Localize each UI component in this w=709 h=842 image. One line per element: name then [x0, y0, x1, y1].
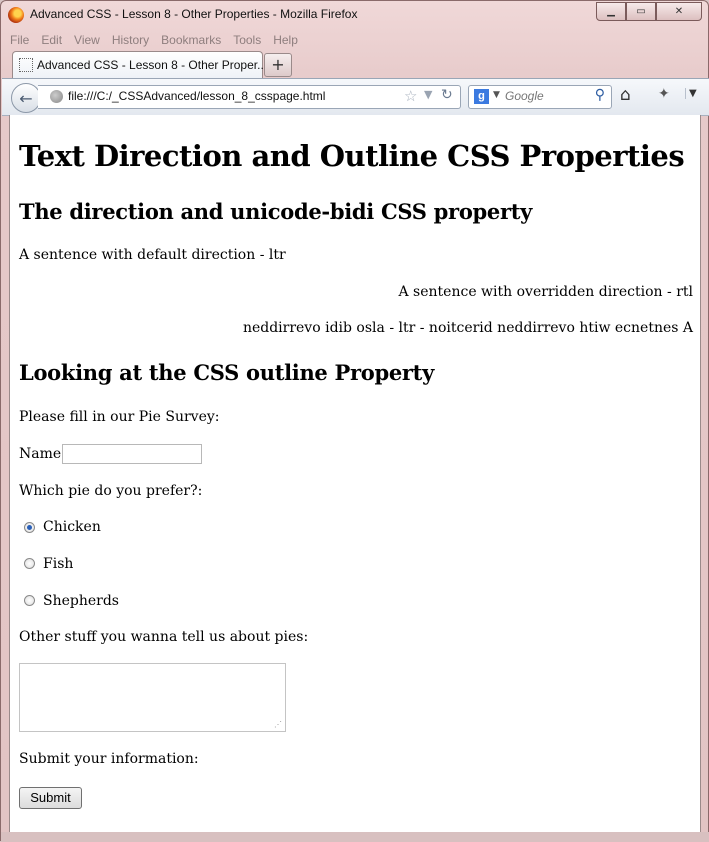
tab-label: Advanced CSS - Lesson 8 - Other Proper..… [37, 58, 268, 72]
submit-button[interactable]: Submit [19, 787, 82, 809]
menu-file[interactable]: File [10, 33, 29, 47]
firefox-logo-icon [8, 7, 24, 23]
addon-icon[interactable]: ✦ [658, 86, 670, 102]
ltr-sentence: A sentence with default direction - ltr [19, 247, 286, 263]
name-input[interactable] [62, 444, 202, 464]
submit-label: Submit your information: [19, 751, 199, 767]
url-dropdown-icon[interactable]: ▼ [424, 88, 432, 101]
radio-fish[interactable] [24, 558, 35, 569]
addon-dropdown-icon[interactable]: ▼ [685, 88, 697, 99]
menu-history[interactable]: History [112, 33, 149, 47]
tab-active[interactable]: Advanced CSS - Lesson 8 - Other Proper..… [12, 51, 267, 78]
minimize-button[interactable]: ▁ [596, 2, 626, 21]
google-icon[interactable]: g [474, 89, 489, 104]
other-label: Other stuff you wanna tell us about pies… [19, 629, 309, 645]
bidi-sentence: neddirrevo idib osla - ltr - noitcerid n… [242, 320, 693, 336]
browser-window: Advanced CSS - Lesson 8 - Other Properti… [0, 0, 709, 842]
back-button[interactable]: ← [11, 83, 41, 113]
rtl-sentence: A sentence with overridden direction - r… [398, 284, 694, 300]
outline-heading: Looking at the CSS outline Property [19, 360, 434, 385]
radio-label-shepherds: Shepherds [43, 593, 119, 609]
menu-edit[interactable]: Edit [41, 33, 62, 47]
page-title: Text Direction and Outline CSS Propertie… [19, 139, 685, 173]
menu-bookmarks[interactable]: Bookmarks [161, 33, 221, 47]
navigation-toolbar: ← file:///C:/_CSSAdvanced/lesson_8_csspa… [2, 78, 709, 116]
survey-intro: Please fill in our Pie Survey: [19, 409, 220, 425]
menu-view[interactable]: View [74, 33, 100, 47]
resize-grip-icon[interactable]: ⋰ [274, 720, 282, 729]
maximize-button[interactable]: ▭ [626, 2, 656, 21]
window-controls: ▁ ▭ ✕ [596, 2, 702, 21]
page-icon [19, 58, 33, 72]
other-textarea[interactable]: ⋰ [19, 663, 286, 732]
reload-icon[interactable]: ↻ [441, 87, 453, 103]
back-arrow-icon: ← [19, 88, 33, 108]
url-text: file:///C:/_CSSAdvanced/lesson_8_csspage… [68, 89, 326, 103]
search-bar[interactable]: g ▼ Google ⚲ [468, 85, 612, 109]
url-bar[interactable]: file:///C:/_CSSAdvanced/lesson_8_csspage… [38, 85, 461, 109]
radio-label-fish: Fish [43, 556, 74, 572]
direction-heading: The direction and unicode-bidi CSS prope… [19, 199, 533, 224]
globe-icon [50, 90, 63, 103]
radio-shepherds[interactable] [24, 595, 35, 606]
radio-chicken[interactable] [24, 522, 35, 533]
window-title: Advanced CSS - Lesson 8 - Other Properti… [30, 7, 358, 21]
new-tab-button[interactable]: + [264, 53, 292, 77]
close-button[interactable]: ✕ [656, 2, 702, 21]
search-engine-dropdown-icon[interactable]: ▼ [493, 90, 500, 100]
menu-tools[interactable]: Tools [233, 33, 261, 47]
menu-help[interactable]: Help [273, 33, 298, 47]
title-bar: Advanced CSS - Lesson 8 - Other Properti… [1, 1, 708, 29]
page-content: Text Direction and Outline CSS Propertie… [9, 115, 701, 832]
radio-label-chicken: Chicken [43, 519, 101, 535]
search-icon[interactable]: ⚲ [595, 87, 605, 103]
name-label: Name: [19, 446, 66, 462]
search-placeholder: Google [505, 89, 544, 103]
pie-question: Which pie do you prefer?: [19, 483, 203, 499]
tab-strip: Advanced CSS - Lesson 8 - Other Proper..… [1, 51, 708, 79]
home-icon[interactable]: ⌂ [620, 85, 631, 105]
bookmark-star-icon[interactable]: ☆ [404, 87, 417, 105]
menu-bar: File Edit View History Bookmarks Tools H… [10, 33, 310, 47]
